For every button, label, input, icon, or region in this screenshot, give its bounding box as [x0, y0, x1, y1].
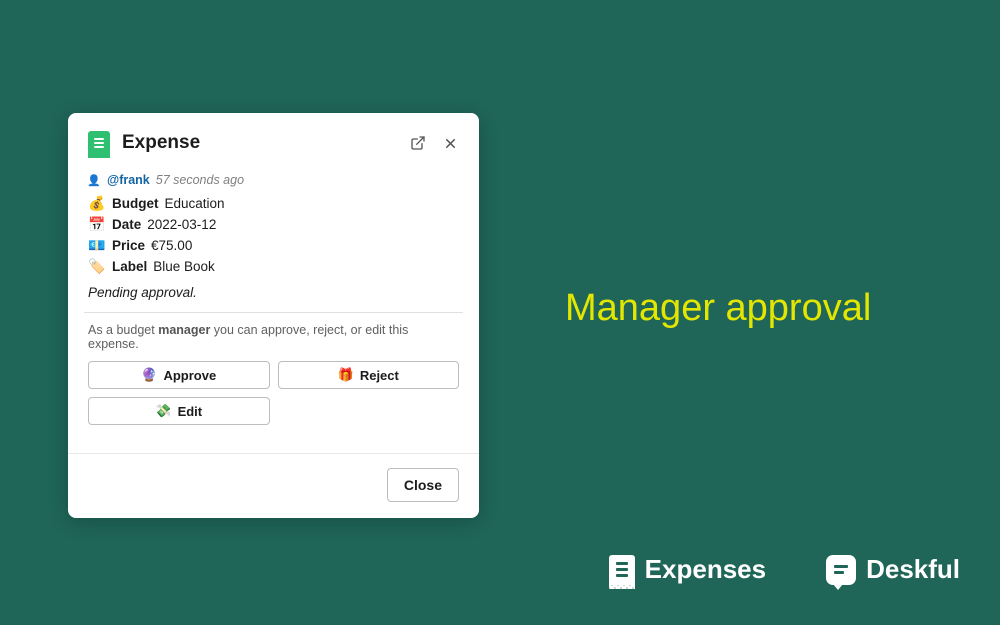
reject-label: Reject: [360, 368, 399, 383]
tag-icon: 🏷️: [88, 258, 106, 275]
timestamp: 57 seconds ago: [156, 173, 244, 187]
modal-footer: Close: [68, 453, 479, 502]
label-value: Blue Book: [153, 259, 215, 274]
budget-label: Budget: [112, 196, 159, 211]
modal-header: Expense: [88, 131, 459, 155]
field-budget: 💰 Budget Education: [88, 195, 459, 212]
approve-label: Approve: [163, 368, 216, 383]
edit-label: Edit: [178, 404, 203, 419]
euro-icon: 💶: [88, 237, 106, 254]
label-label: Label: [112, 259, 147, 274]
field-date: 📅 Date 2022-03-12: [88, 216, 459, 233]
budget-value: Education: [165, 196, 225, 211]
expenses-logo-icon: [609, 555, 635, 585]
deskful-logo-icon: [826, 555, 856, 585]
username[interactable]: @frank: [107, 173, 150, 187]
edit-icon: 💸: [155, 403, 171, 419]
divider: [84, 312, 463, 313]
field-price: 💶 Price €75.00: [88, 237, 459, 254]
brand-bar: Expenses Deskful: [609, 554, 960, 585]
field-label: 🏷️ Label Blue Book: [88, 258, 459, 275]
expense-meta: 👤 @frank 57 seconds ago: [88, 173, 459, 187]
date-label: Date: [112, 217, 141, 232]
price-label: Price: [112, 238, 145, 253]
expense-modal: Expense 👤 @frank 57 seconds ago 💰 Budget…: [68, 113, 479, 518]
helper-bold: manager: [158, 323, 210, 337]
status-text: Pending approval.: [88, 285, 459, 300]
brand-deskful: Deskful: [826, 554, 960, 585]
price-value: €75.00: [151, 238, 192, 253]
receipt-icon: [88, 131, 110, 155]
reject-button[interactable]: 🎁 Reject: [278, 361, 460, 389]
date-value: 2022-03-12: [147, 217, 216, 232]
brand-expenses-label: Expenses: [645, 554, 766, 585]
open-external-icon[interactable]: [409, 134, 427, 152]
calendar-icon: 📅: [88, 216, 106, 233]
edit-button[interactable]: 💸 Edit: [88, 397, 270, 425]
approve-button[interactable]: 🔮 Approve: [88, 361, 270, 389]
reject-icon: 🎁: [338, 367, 354, 383]
modal-title: Expense: [122, 132, 409, 154]
helper-text: As a budget manager you can approve, rej…: [88, 323, 459, 351]
helper-pre: As a budget: [88, 323, 158, 337]
action-buttons: 🔮 Approve 🎁 Reject 💸 Edit: [88, 361, 459, 425]
brand-deskful-label: Deskful: [866, 554, 960, 585]
brand-expenses: Expenses: [609, 554, 766, 585]
page-headline: Manager approval: [565, 287, 871, 330]
avatar-icon: 👤: [88, 174, 100, 186]
approve-icon: 🔮: [141, 367, 157, 383]
close-icon[interactable]: [441, 134, 459, 152]
close-button[interactable]: Close: [387, 468, 459, 502]
moneybag-icon: 💰: [88, 195, 106, 212]
